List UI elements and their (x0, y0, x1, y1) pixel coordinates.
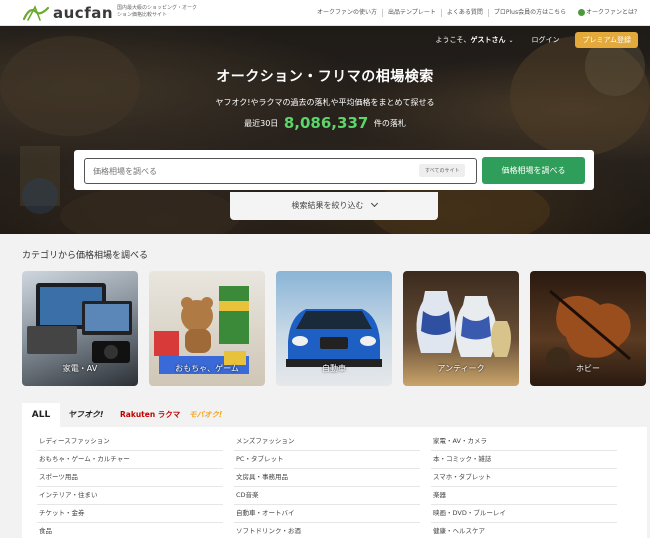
category-list: レディースファッション おもちゃ・ゲーム・カルチャー スポーツ用品 インテリア・… (22, 427, 647, 538)
category-label: 自動車 (322, 364, 346, 373)
user-nav: ようこそ、 ゲストさん ⌄ ログイン プレミアム登録 (435, 32, 638, 48)
category-link[interactable]: PC・タブレット (234, 451, 420, 469)
category-link[interactable]: 健康・ヘルスケア (431, 523, 617, 538)
category-card-hobby[interactable]: ホビー (530, 271, 646, 386)
category-link[interactable]: CD音楽 (234, 487, 420, 505)
category-card-cars[interactable]: 自動車 (276, 271, 392, 386)
category-link[interactable]: 本・コミック・雑誌 (431, 451, 617, 469)
top-nav: オークファンの使い方 出品テンプレート よくある質問 プロPlus会員の方はこち… (317, 9, 571, 17)
category-heading: カテゴリから価格相場を調べる (22, 251, 149, 261)
site-filter-badge[interactable]: すべてのサイト (419, 164, 466, 177)
category-link[interactable]: チケット・金券 (37, 505, 223, 523)
tab-all[interactable]: ALL (22, 403, 60, 427)
count-prefix: 最近30日 (244, 119, 279, 128)
premium-button[interactable]: プレミアム登録 (575, 32, 638, 48)
nav-listing-template[interactable]: 出品テンプレート (382, 9, 441, 17)
category-link[interactable]: スポーツ用品 (37, 469, 223, 487)
category-link[interactable]: 映画・DVD・ブルーレイ (431, 505, 617, 523)
login-link[interactable]: ログイン (531, 35, 559, 45)
search-box: すべてのサイト 価格相場を調べる (74, 150, 594, 190)
chevron-down-icon[interactable]: ⌄ (508, 37, 513, 44)
category-label: アンティーク (437, 364, 485, 373)
category-column: レディースファッション おもちゃ・ゲーム・カルチャー スポーツ用品 インテリア・… (37, 433, 223, 538)
category-link[interactable]: 食品 (37, 523, 223, 538)
category-label: おもちゃ、ゲーム (175, 364, 239, 373)
category-link[interactable]: 家電・AV・カメラ (431, 433, 617, 451)
category-column: 家電・AV・カメラ 本・コミック・雑誌 スマホ・タブレット 楽器 映画・DVD・… (431, 433, 617, 538)
about-icon (578, 9, 585, 16)
tab-yahoo-auction[interactable]: ヤフオク! (68, 403, 104, 427)
category-link[interactable]: 楽器 (431, 487, 617, 505)
guest-name[interactable]: ゲストさん (470, 35, 505, 45)
about-link[interactable]: オークファンとは？ (586, 9, 640, 17)
sold-count: 8,086,337 (283, 114, 369, 132)
category-link[interactable]: メンズファッション (234, 433, 420, 451)
nav-proplus[interactable]: プロPlus会員の方はこちら (487, 9, 571, 17)
category-link[interactable]: スマホ・タブレット (431, 469, 617, 487)
logo-text: aucfan (53, 4, 114, 22)
hero-section: ようこそ、 ゲストさん ⌄ ログイン プレミアム登録 オークション・フリマの相場… (0, 26, 650, 234)
logo-tagline: 国内最大級のショッピング・オークション価格比較サイト (117, 5, 198, 18)
category-column: メンズファッション PC・タブレット 文房具・事務用品 CD音楽 自動車・オート… (234, 433, 420, 538)
tab-rakuten-rakuma[interactable]: Rakuten ラクマ (120, 403, 180, 427)
category-card-toys[interactable]: おもちゃ、ゲーム (149, 271, 265, 386)
site-tabs: ALL ヤフオク! Rakuten ラクマ モバオク! (22, 403, 647, 427)
hero-subtitle: ヤフオク!やラクマの過去の落札や平均価格をまとめて探せる (215, 98, 435, 107)
category-link[interactable]: インテリア・住まい (37, 487, 223, 505)
category-link[interactable]: 自動車・オートバイ (234, 505, 420, 523)
category-link[interactable]: レディースファッション (37, 433, 223, 451)
chevron-down-icon (370, 199, 378, 208)
sold-count-row: 最近30日 8,086,337 件の落札 (0, 114, 650, 132)
tab-mobaoku[interactable]: モバオク! (189, 403, 222, 427)
category-label: ホビー (576, 364, 600, 373)
count-suffix: 件の落札 (373, 119, 406, 128)
top-bar: aucfan 国内最大級のショッピング・オークション価格比較サイト オークファン… (0, 0, 650, 26)
nav-how-to-use[interactable]: オークファンの使い方 (317, 9, 382, 17)
search-button[interactable]: 価格相場を調べる (482, 157, 585, 184)
narrow-results-button[interactable]: 検索結果を絞り込む (230, 192, 438, 220)
category-link[interactable]: おもちゃ・ゲーム・カルチャー (37, 451, 223, 469)
category-label: 家電・AV (62, 364, 98, 373)
welcome-text: ようこそ、 (435, 36, 471, 44)
category-link[interactable]: ソフトドリンク・お酒 (234, 523, 420, 538)
category-link[interactable]: 文房具・事務用品 (234, 469, 420, 487)
nav-faq[interactable]: よくある質問 (440, 9, 488, 17)
category-card-antiques[interactable]: アンティーク (403, 271, 519, 386)
logo-mark-icon (22, 5, 50, 21)
narrow-label: 検索結果を絞り込む (291, 201, 364, 210)
hero-title: オークション・フリマの相場検索 (216, 69, 434, 85)
aucfan-logo[interactable]: aucfan (22, 3, 113, 23)
category-card-electronics[interactable]: 家電・AV (22, 271, 138, 386)
